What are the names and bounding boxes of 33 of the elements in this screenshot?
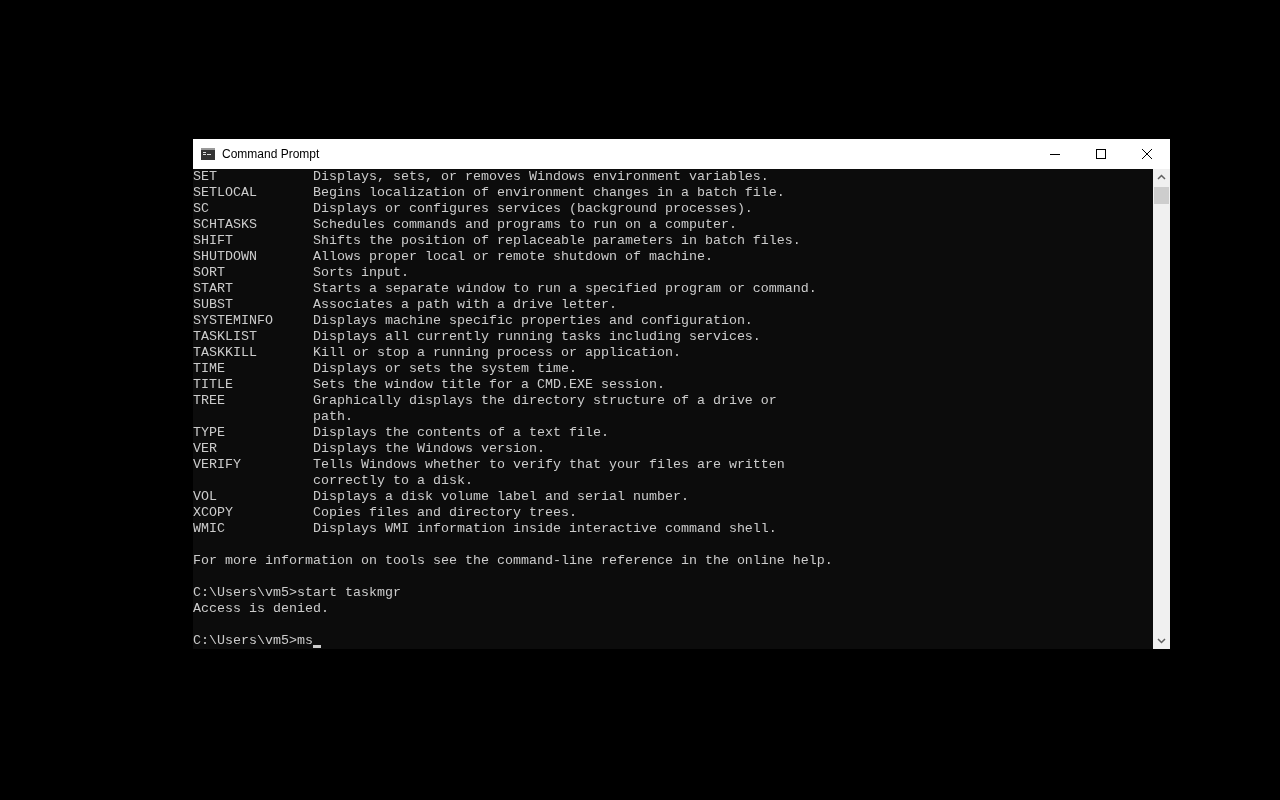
console-line: TASKKILL Kill or stop a running process or application.	[193, 345, 681, 361]
console-line: START Starts a separate window to run a specified program or command.	[193, 281, 817, 297]
scroll-thumb[interactable]	[1154, 187, 1169, 204]
console-line: SYSTEMINFO Displays machine specific properties and configuration.	[193, 313, 753, 329]
console-line: XCOPY Copies files and directory trees.	[193, 505, 577, 521]
console-line: WMIC Displays WMI information inside interactive command shell.	[193, 521, 777, 537]
console-line: SET Displays, sets, or removes Windows environment variables.	[193, 169, 769, 185]
console-line: correctly to a disk.	[311, 473, 473, 489]
console-line: SCHTASKS Schedules commands and programs to run on a computer.	[193, 217, 737, 233]
close-icon	[1142, 149, 1152, 159]
window-title: Command Prompt	[222, 147, 320, 161]
maximize-icon	[1096, 149, 1106, 159]
console-line: TYPE Displays the contents of a text file.	[193, 425, 609, 441]
console-line: path.	[311, 409, 353, 425]
console-line: SUBST Associates a path with a drive letter.	[193, 297, 617, 313]
console-line: SC Displays or configures services (background processes).	[193, 201, 753, 217]
console-line: SHIFT Shifts the position of replaceable parameters in batch files.	[193, 233, 801, 249]
console-line: C:\Users\vm5>start taskmgr	[193, 585, 401, 601]
console-line: VERIFY Tells Windows whether to verify that your files are written	[193, 457, 785, 473]
console-line: TITLE Sets the window title for a CMD.EXE session.	[193, 377, 665, 393]
console-line: TIME Displays or sets the system time.	[193, 361, 577, 377]
terminal-icon	[201, 148, 215, 160]
console-line: TREE Graphically displays the directory structure of a drive or	[193, 393, 777, 409]
console-line: VER Displays the Windows version.	[193, 441, 545, 457]
console-line: VOL Displays a disk volume label and serial number.	[193, 489, 689, 505]
console-line: SHUTDOWN Allows proper local or remote shutdown of machine.	[193, 249, 713, 265]
console-line: For more information on tools see the command-line reference in the online help.	[193, 553, 833, 569]
scrollbar[interactable]	[1153, 169, 1170, 649]
console-line: C:\Users\vm5>ms	[193, 633, 313, 649]
console-line: Access is denied.	[193, 601, 329, 617]
console-line: TASKLIST Displays all currently running tasks including services.	[193, 329, 761, 345]
console-line: SETLOCAL Begins localization of environment changes in a batch file.	[193, 185, 785, 201]
console-line: SORT Sorts input.	[193, 265, 409, 281]
